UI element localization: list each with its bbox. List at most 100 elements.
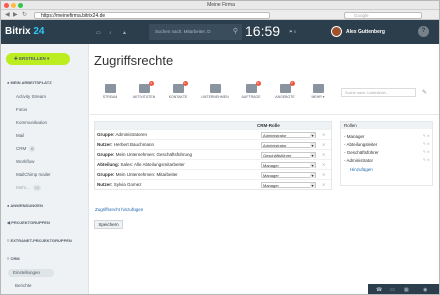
row-name: Administratoren <box>115 132 148 137</box>
calendar-icon[interactable]: ▦ <box>404 287 409 293</box>
sidebar-item-workflow[interactable]: Workflow <box>16 159 34 165</box>
row-type: Nutzer: <box>97 182 113 187</box>
browser-search-placeholder: Google <box>354 12 369 18</box>
divider <box>90 114 439 115</box>
section-applications[interactable]: ● ANWENDUNGEN <box>7 203 43 209</box>
row-name: Sales: Alle Abteilungsmitarbeiter <box>120 162 185 167</box>
sidebar-item-communication[interactable]: Kommunikation <box>16 120 47 126</box>
bitrix24-logo[interactable]: Bitrix 24 <box>5 27 44 37</box>
remove-icon[interactable]: ✕ <box>322 180 325 189</box>
sidebar-more-button[interactable]: Mehr... 10 <box>16 185 42 191</box>
browser-toolbar: ◀ ▶ ↻ https://meinefirma.bitrix24.de Goo… <box>1 10 439 20</box>
sidebar-item-mailchimp[interactable]: MailChimp mailer <box>16 172 51 178</box>
toolbar-label: AUFTRÄGE <box>241 95 261 99</box>
role-select[interactable]: Manager <box>261 161 316 168</box>
row-name: Mein Unternehmen: Geschäftsführung <box>115 152 193 157</box>
sidebar-item-activity-stream[interactable]: Activity Stream <box>16 94 46 100</box>
role-select[interactable]: Administrator <box>261 131 316 138</box>
companies-icon <box>209 84 221 93</box>
toolbar-deals[interactable]: 5 AUFTRÄGE <box>236 81 266 99</box>
back-icon[interactable]: ◀ <box>5 12 10 19</box>
deals-badge: 5 <box>255 81 261 86</box>
logo-text: Bitrix <box>5 26 31 37</box>
section-crm[interactable]: ≡ CRM <box>7 256 20 262</box>
toolbar-contacts[interactable]: 1 KONTAKTE <box>163 81 193 99</box>
sidebar-item-photos[interactable]: Fotos <box>16 107 27 113</box>
search-placeholder: Suchen nach: Mitarbeiter, D <box>155 29 211 34</box>
row-type: Abteilung: <box>97 162 120 167</box>
left-sidebar: ✚ ERSTELLEN ▾ ● MEIN ARBEITSPLATZ Activi… <box>1 44 89 294</box>
clock[interactable]: 16:59 <box>245 23 280 39</box>
role-select[interactable]: Administrator <box>261 141 316 148</box>
window-title: Meine Firma <box>207 2 235 8</box>
address-bar[interactable]: https://meinefirma.bitrix24.de <box>34 11 270 19</box>
section-label: CRM <box>10 256 20 261</box>
minimize-window-button[interactable] <box>11 3 16 8</box>
row-type: Gruppe: <box>97 152 115 157</box>
section-extranet-groups[interactable]: ≡ EXTRANET-PROJEKTGRUPPEN <box>7 238 72 244</box>
role-select[interactable]: Manager <box>261 171 316 178</box>
toolbar-companies[interactable]: UNTERNEHMEN <box>200 84 230 99</box>
section-project-groups[interactable]: ◀ PROJEKTGRUPPEN <box>7 220 50 226</box>
role-item[interactable]: - Administrator <box>344 158 373 164</box>
upload-icon[interactable]: ▲ <box>122 30 127 36</box>
remove-icon[interactable]: ✕ <box>322 170 325 179</box>
sidebar-item-crm[interactable]: CRM 0 <box>16 146 36 152</box>
toolbar-quotes[interactable]: 7 ANGEBOTE <box>270 81 300 99</box>
remove-icon[interactable]: ✕ <box>322 160 325 169</box>
flag-counter[interactable]: ⚑ 0 <box>289 29 296 34</box>
quotes-badge: 7 <box>289 81 295 86</box>
create-button[interactable]: ✚ ERSTELLEN ▾ <box>6 53 70 65</box>
edit-role-icon[interactable]: ✎ ✕ <box>423 158 430 162</box>
role-item[interactable]: - Manager <box>344 134 365 140</box>
more-count-badge: 10 <box>32 185 42 191</box>
toolbar-more[interactable]: MEHR ▾ <box>303 84 333 99</box>
edit-role-icon[interactable]: ✎ ✕ <box>423 134 430 138</box>
role-select[interactable]: Manager <box>261 181 316 188</box>
browser-window: Meine Firma ◀ ▶ ↻ https://meinefirma.bit… <box>0 0 440 295</box>
toolbar-stream[interactable]: STREAM <box>95 84 125 99</box>
search-icon[interactable]: ⚲ <box>233 24 238 40</box>
create-label: ERSTELLEN <box>19 56 46 61</box>
bottom-bar: ☎ ▭ ▦ ◉ <box>368 284 439 294</box>
section-label: MEIN ARBEITSPLATZ <box>10 80 52 85</box>
chat-icon[interactable]: ▭ <box>390 287 395 293</box>
edit-role-icon[interactable]: ✎ ✕ <box>423 150 430 154</box>
expand-icon[interactable]: ◉ <box>423 287 427 293</box>
maximize-window-button[interactable] <box>18 3 23 8</box>
forward-icon[interactable]: ▶ <box>13 12 18 19</box>
close-window-button[interactable] <box>4 3 9 8</box>
roles-panel: Rollen - Manager ✎ ✕ - Abteilungsleiter … <box>340 121 433 186</box>
remove-icon[interactable]: ✕ <box>322 150 325 159</box>
crm-search-input[interactable]: Suche nach: Unterstützt... <box>341 88 416 97</box>
browser-search-input[interactable]: Google <box>344 11 422 19</box>
sidebar-item-mail[interactable]: Mail <box>16 133 24 139</box>
toolbar-label: ANGEBOTE <box>275 95 295 99</box>
table-header: CRM-Rolle <box>95 122 331 129</box>
chat-icon[interactable]: ▭ <box>96 30 101 36</box>
toolbar-activities[interactable]: 4 AKTIVITÄTEN <box>129 81 159 99</box>
add-role-link[interactable]: Hinzufügen <box>350 167 373 172</box>
role-select[interactable]: Geschäftsführer <box>261 151 316 158</box>
phone-icon[interactable]: ☎ <box>376 287 382 293</box>
section-my-workspace[interactable]: ● MEIN ARBEITSPLATZ <box>7 80 52 86</box>
bell-icon[interactable]: ♪ <box>109 30 112 36</box>
pencil-icon[interactable]: ✎ <box>422 89 427 96</box>
avatar[interactable] <box>331 26 342 37</box>
edit-role-icon[interactable]: ✎ ✕ <box>423 142 430 146</box>
reload-icon[interactable]: ↻ <box>22 12 27 19</box>
remove-icon[interactable]: ✕ <box>322 140 325 149</box>
section-label: ANWENDUNGEN <box>10 203 43 208</box>
activities-badge: 4 <box>148 81 154 86</box>
sidebar-item-settings[interactable]: Einstellungen <box>8 269 54 277</box>
portal-search-input[interactable]: Suchen nach: Mitarbeiter, D ⚲ <box>149 24 242 40</box>
sidebar-item-reports[interactable]: Berichte <box>15 283 32 289</box>
role-item[interactable]: - Abteilungsleiter <box>344 142 377 148</box>
add-permission-link[interactable]: Zugriffsrecht hinzufügen <box>95 207 143 212</box>
save-button[interactable]: Speichern <box>94 220 123 229</box>
stream-icon <box>104 84 116 93</box>
role-item[interactable]: - Geschäftsführer <box>344 150 379 156</box>
remove-icon[interactable]: ✕ <box>322 130 325 139</box>
help-button[interactable]: ? <box>418 26 429 37</box>
user-name[interactable]: Alex Guttenberg <box>346 29 385 35</box>
